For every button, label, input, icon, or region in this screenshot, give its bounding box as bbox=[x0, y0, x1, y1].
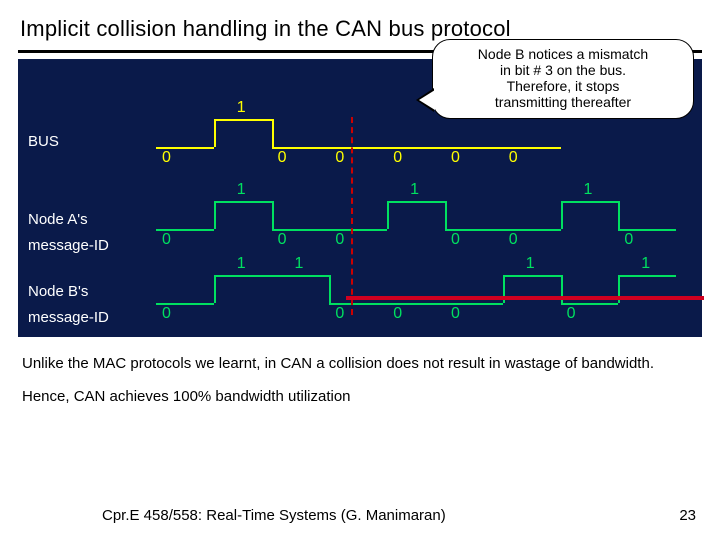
bit-label: 0 bbox=[567, 305, 576, 323]
wave-edge bbox=[387, 201, 389, 229]
wave-edge bbox=[272, 201, 274, 229]
bit-label: 1 bbox=[410, 181, 419, 199]
bubble-line: in bit # 3 on the bus. bbox=[445, 62, 681, 78]
bit-label: 0 bbox=[451, 231, 460, 249]
wave-edge bbox=[445, 201, 447, 229]
nodeB-stop-bar bbox=[346, 296, 704, 300]
wave-level bbox=[561, 201, 619, 203]
paragraph: Hence, CAN achieves 100% bandwidth utili… bbox=[22, 388, 698, 407]
wave-edge bbox=[272, 119, 274, 147]
bubble-line: Node B notices a mismatch bbox=[445, 46, 681, 62]
bit-label: 1 bbox=[584, 181, 593, 199]
bit-label: 0 bbox=[451, 305, 460, 323]
bit-label: 0 bbox=[509, 231, 518, 249]
wave-edge bbox=[214, 119, 216, 147]
label-bus: BUS bbox=[28, 133, 59, 150]
wave-edge bbox=[214, 275, 216, 303]
bit-label: 0 bbox=[509, 149, 518, 167]
body-text: Unlike the MAC protocols we learnt, in C… bbox=[18, 337, 702, 407]
label-nodeA-1: Node A's bbox=[28, 211, 88, 228]
bit-label: 1 bbox=[295, 255, 304, 273]
wave-level bbox=[618, 275, 676, 277]
bit-label: 0 bbox=[162, 149, 171, 167]
bit-label: 1 bbox=[237, 255, 246, 273]
bit-label: 0 bbox=[162, 305, 171, 323]
bit-label: 0 bbox=[162, 231, 171, 249]
bit-label: 1 bbox=[237, 181, 246, 199]
footer-course: Cpr.E 458/558: Real-Time Systems (G. Man… bbox=[102, 507, 446, 524]
label-nodeA-2: message-ID bbox=[28, 237, 109, 254]
bit-label: 1 bbox=[237, 99, 246, 117]
bit-label: 1 bbox=[641, 255, 650, 273]
bit-label: 0 bbox=[278, 231, 287, 249]
bit-label: 0 bbox=[335, 231, 344, 249]
wave-edge bbox=[618, 201, 620, 229]
bit-label: 0 bbox=[393, 149, 402, 167]
wave-level bbox=[214, 201, 272, 203]
wave-level bbox=[387, 201, 445, 203]
bubble-line: transmitting thereafter bbox=[445, 94, 681, 110]
bit-label: 0 bbox=[451, 149, 460, 167]
bit-label: 0 bbox=[335, 305, 344, 323]
wave-level bbox=[214, 275, 272, 277]
label-nodeB-2: message-ID bbox=[28, 309, 109, 326]
wave-level bbox=[214, 119, 272, 121]
wave-edge bbox=[214, 201, 216, 229]
footer-page: 23 bbox=[679, 507, 696, 524]
wave-edge bbox=[561, 201, 563, 229]
bit-label: 0 bbox=[393, 305, 402, 323]
callout-bubble: Node B notices a mismatch in bit # 3 on … bbox=[432, 39, 694, 119]
diagram-area: Node B notices a mismatch in bit # 3 on … bbox=[18, 59, 702, 337]
bit-label: 0 bbox=[278, 149, 287, 167]
bubble-line: Therefore, it stops bbox=[445, 78, 681, 94]
wave-level bbox=[503, 275, 561, 277]
label-nodeB-1: Node B's bbox=[28, 283, 88, 300]
bit-label: 1 bbox=[526, 255, 535, 273]
wave-level bbox=[272, 275, 330, 277]
paragraph: Unlike the MAC protocols we learnt, in C… bbox=[22, 355, 698, 374]
bit-label: 0 bbox=[335, 149, 344, 167]
wave-edge bbox=[329, 275, 331, 303]
collision-marker bbox=[351, 117, 353, 315]
bit-label: 0 bbox=[624, 231, 633, 249]
